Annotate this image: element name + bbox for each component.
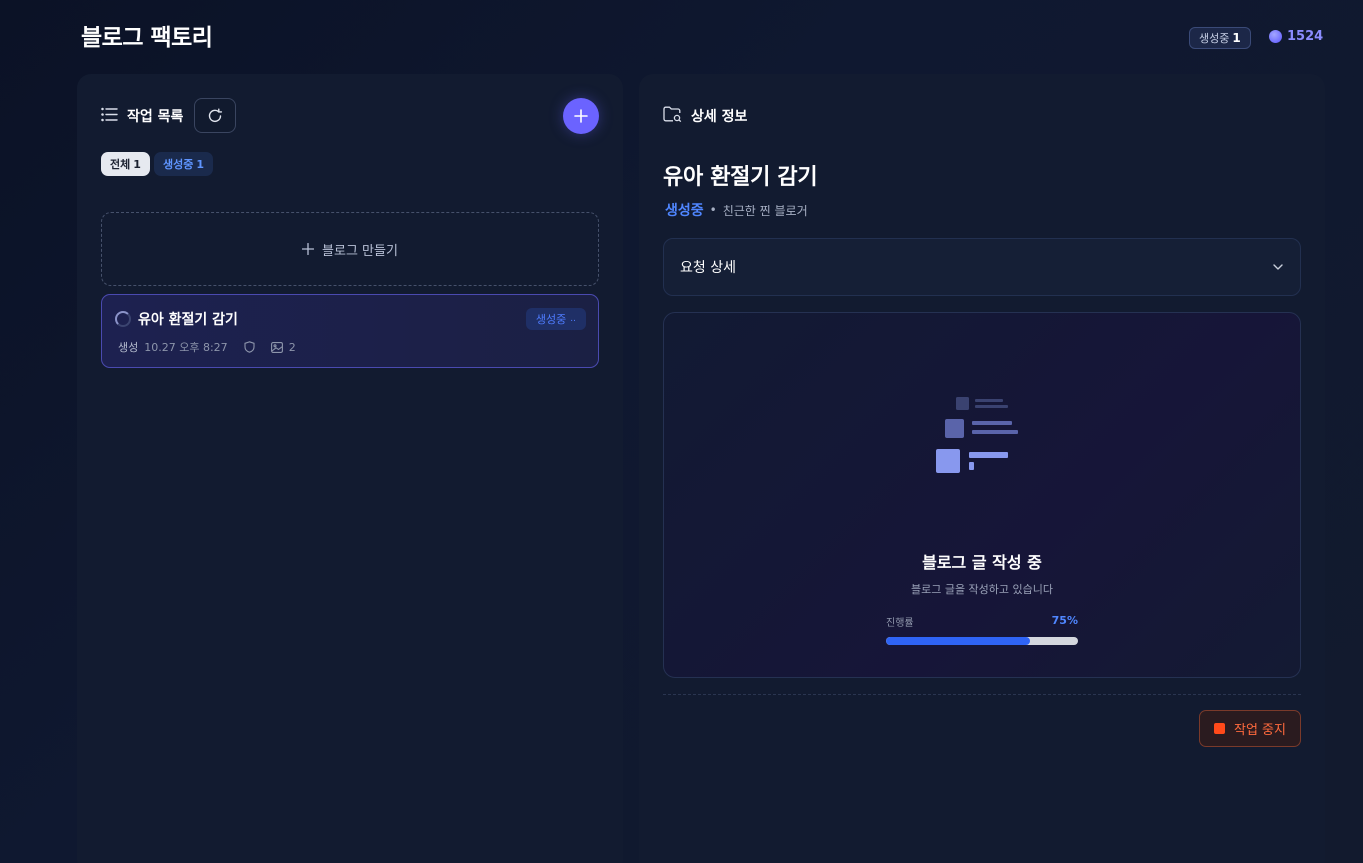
- shield-icon: [244, 341, 255, 353]
- progress-percent: 75%: [1051, 614, 1078, 627]
- list-icon: [101, 107, 118, 126]
- folder-icon: [663, 106, 682, 126]
- request-detail-label: 요청 상세: [680, 260, 736, 276]
- progress-label: 진행률: [886, 618, 914, 629]
- stop-icon: [1214, 723, 1225, 734]
- detail-panel: 상세 정보 유아 환절기 감기 생성중 • 친근한 찐 블로거 요청 상세 블로…: [639, 74, 1325, 863]
- refresh-icon: [208, 108, 223, 122]
- filter-all-count: 1: [133, 157, 141, 171]
- loading-spinner-icon: [115, 311, 131, 327]
- job-detail-subtitle: 생성중 • 친근한 찐 블로거: [665, 200, 808, 220]
- credit-balance: 1524: [1269, 29, 1323, 44]
- filter-all-label: 전체: [110, 158, 131, 171]
- job-card[interactable]: 유아 환절기 감기 생성중 .. 생성 10.27 오후 8:27 2: [101, 294, 599, 368]
- filter-generating-tab[interactable]: 생성중 1: [154, 152, 214, 176]
- created-label: 생성: [118, 341, 139, 354]
- progress-subtitle: 블로그 글을 작성하고 있습니다: [910, 583, 1054, 596]
- filter-all-tab[interactable]: 전체 1: [101, 152, 150, 176]
- generating-count-badge[interactable]: 생성중 1: [1189, 27, 1251, 49]
- image-icon: [270, 341, 283, 353]
- add-job-button[interactable]: [563, 98, 599, 134]
- plus-icon: [302, 243, 315, 255]
- progress-title: 블로그 글 작성 중: [922, 553, 1042, 572]
- job-detail-title: 유아 환절기 감기: [663, 165, 818, 190]
- job-list-panel: 작업 목록 전체 1 생성중 1 블로그 만들기 유아 환절기 감기 생성중 .…: [77, 74, 623, 863]
- filter-generating-label: 생성중: [163, 158, 194, 171]
- generating-badge-count: 1: [1232, 31, 1241, 45]
- stop-job-button[interactable]: 작업 중지: [1199, 710, 1301, 747]
- chevron-down-icon: [1273, 264, 1283, 270]
- created-time: 10.27 오후 8:27: [144, 341, 228, 354]
- job-list-header: 작업 목록: [101, 106, 183, 126]
- bullet-separator: •: [709, 203, 717, 217]
- job-list-title: 작업 목록: [127, 109, 184, 125]
- section-divider: [663, 694, 1301, 695]
- detail-panel-title: 상세 정보: [691, 109, 748, 125]
- generating-badge-label: 생성중: [1199, 32, 1230, 45]
- request-detail-accordion[interactable]: 요청 상세: [663, 238, 1301, 296]
- credit-amount: 1524: [1287, 29, 1324, 44]
- refresh-button[interactable]: [194, 98, 236, 133]
- detail-header: 상세 정보: [663, 106, 747, 126]
- progress-card: 블로그 글 작성 중 블로그 글을 작성하고 있습니다 진행률 75%: [663, 312, 1301, 678]
- progress-bar-fill: [886, 637, 1030, 645]
- app-title: 블로그 팩토리: [81, 25, 213, 51]
- job-status-text: 생성중: [535, 313, 567, 326]
- filter-generating-count: 1: [196, 157, 205, 171]
- plus-icon: [574, 109, 588, 123]
- job-status-badge: 생성중 ..: [525, 308, 586, 330]
- job-card-title: 유아 환절기 감기: [138, 312, 238, 328]
- image-count: 2: [288, 340, 296, 354]
- stop-job-label: 작업 중지: [1234, 723, 1286, 738]
- job-meta: 생성 10.27 오후 8:27 2: [118, 339, 296, 355]
- create-blog-button[interactable]: 블로그 만들기: [101, 212, 599, 286]
- document-writing-icon: [936, 397, 1018, 473]
- create-blog-label: 블로그 만들기: [322, 243, 398, 259]
- persona-label: 친근한 찐 블로거: [722, 203, 808, 218]
- credit-coin-icon: [1269, 30, 1282, 43]
- progress-bar: [886, 637, 1078, 645]
- job-detail-status: 생성중: [665, 203, 704, 219]
- status-dots-icon: ..: [570, 314, 576, 324]
